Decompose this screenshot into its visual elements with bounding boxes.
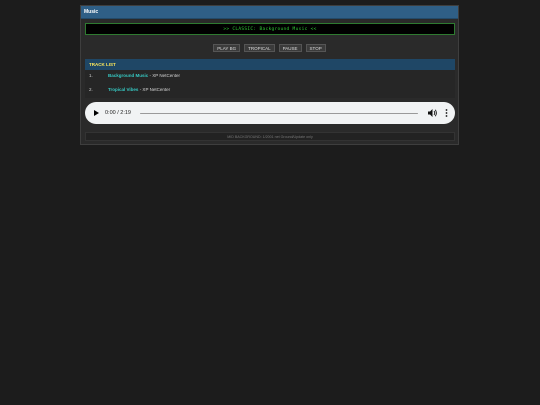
track-item-2[interactable]: 2. Tropical Vibes - XP NetCenter (89, 87, 170, 93)
track-name: Background Music (108, 73, 149, 78)
audio-player: 0:00 / 2:19 (85, 102, 455, 124)
track-list: TRACK LIST 1. Background Music - XP NetCe… (85, 59, 455, 98)
track-artist: - XP NetCenter (148, 73, 180, 78)
track-number: 2. (89, 87, 93, 92)
stop-button[interactable]: STOP (305, 44, 326, 52)
player-time: 0:00 / 2:19 (105, 110, 131, 116)
status-bar: MID BACKGROUND: 1/2001 net Ground/Update… (85, 132, 455, 141)
more-options-icon[interactable] (445, 108, 448, 118)
music-window: Music >> CLASSIC: Background Music << PL… (80, 5, 459, 145)
now-playing-display: >> CLASSIC: Background Music << (85, 23, 455, 35)
seek-bar[interactable] (140, 112, 418, 114)
track-number: 1. (89, 73, 93, 78)
window-title: Music (81, 6, 458, 19)
pause-button[interactable]: PAUSE (278, 44, 302, 52)
volume-icon[interactable] (428, 108, 437, 118)
tropical-button[interactable]: TROPICAL (244, 44, 275, 52)
track-artist: - XP NetCenter (138, 87, 171, 92)
control-buttons: PLAY BG TROPICAL PAUSE STOP (81, 44, 458, 52)
play-icon[interactable] (94, 110, 99, 116)
play-bg-button[interactable]: PLAY BG (213, 44, 241, 52)
track-item-1[interactable]: 1. Background Music - XP NetCenter (89, 73, 180, 79)
track-list-header: TRACK LIST (85, 59, 455, 70)
track-name: Tropical Vibes (108, 87, 139, 92)
